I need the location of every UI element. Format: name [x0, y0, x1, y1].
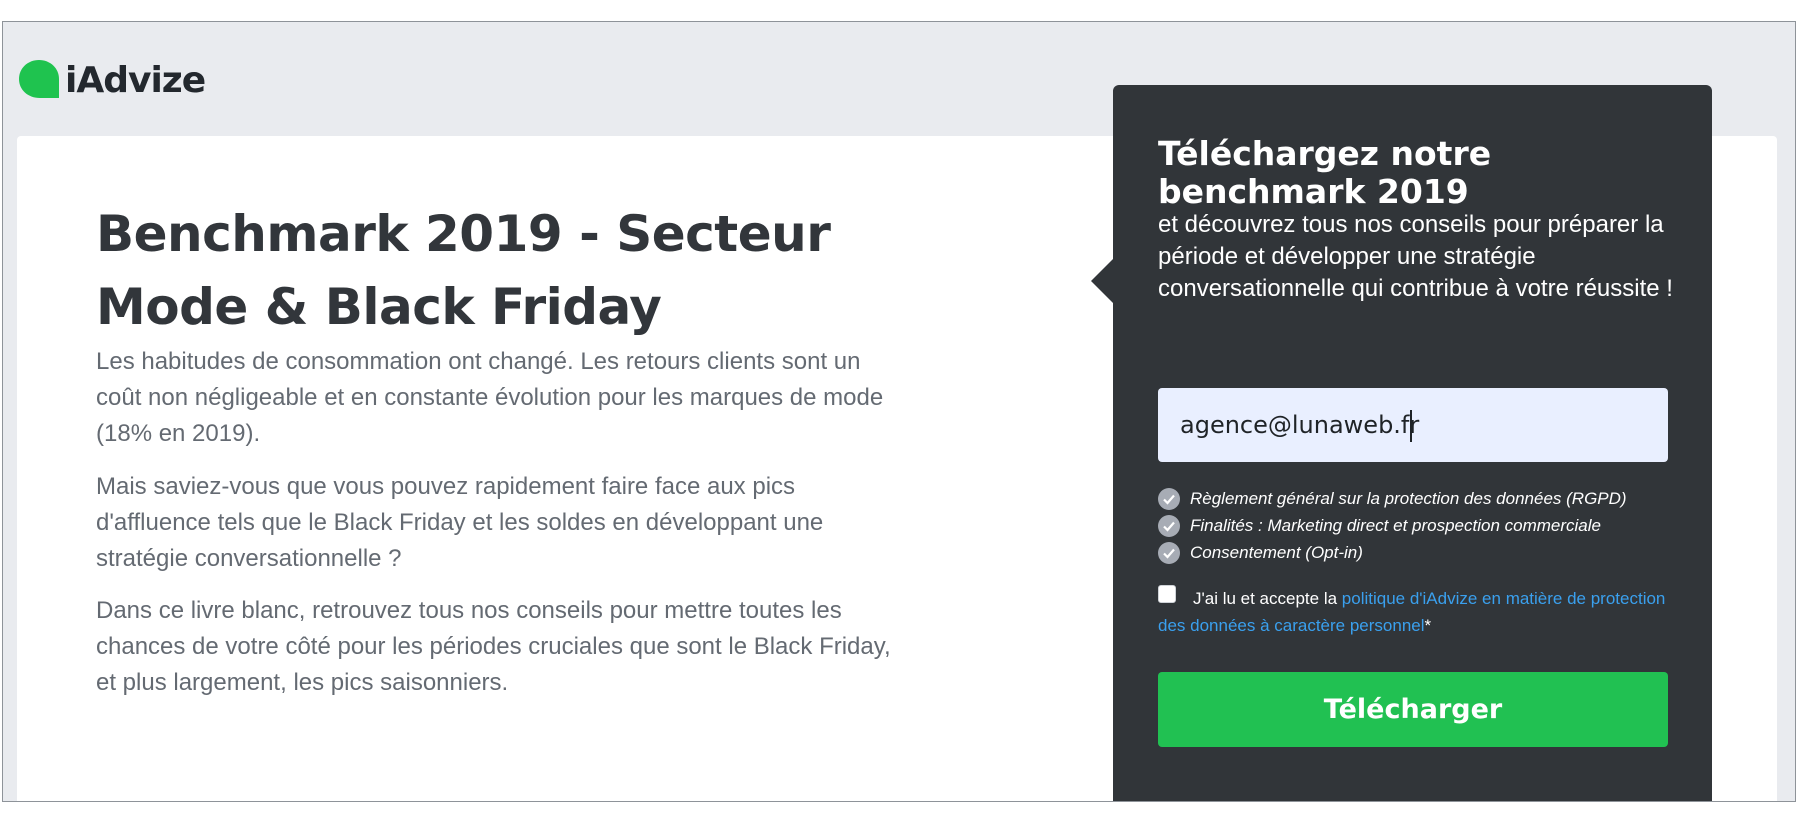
email-field[interactable]: [1158, 388, 1668, 462]
chat-bubble-icon: [17, 58, 61, 102]
accept-prefix: J'ai lu et accepte la: [1193, 589, 1342, 608]
strategy-paragraph: Mais saviez-vous que vous pouvez rapidem…: [96, 473, 824, 572]
consent-list: Règlement général sur la protection des …: [1158, 485, 1698, 566]
form-title: Téléchargez notre benchmark 2019: [1158, 134, 1492, 211]
iadvize-logo[interactable]: iAdvize: [17, 54, 206, 106]
privacy-accept-row: J'ai lu et accepte la politique d'iAdviz…: [1158, 585, 1678, 639]
panel-pointer: [1091, 259, 1113, 303]
form-subtitle: et découvrez tous nos conseils pour prép…: [1158, 211, 1673, 302]
privacy-accept-label: J'ai lu et accepte la politique d'iAdviz…: [1158, 585, 1678, 639]
checkmark-icon: [1158, 514, 1180, 537]
browser-viewport: iAdvize Benchmark 2019 - Secteur Mode & …: [2, 21, 1796, 802]
brand-name: iAdvize: [65, 59, 206, 101]
consent-item: Finalités : Marketing direct et prospect…: [1158, 512, 1698, 539]
consent-label: Consentement (Opt-in): [1190, 542, 1363, 562]
text-cursor: [1410, 410, 1412, 442]
consent-label: Finalités : Marketing direct et prospect…: [1190, 515, 1601, 535]
consent-label: Règlement général sur la protection des …: [1190, 488, 1627, 508]
download-form-panel: Téléchargez notre benchmark 2019 et déco…: [1091, 85, 1712, 801]
download-button[interactable]: Télécharger: [1158, 672, 1668, 747]
privacy-accept-checkbox[interactable]: [1158, 585, 1176, 603]
intro-paragraph: Les habitudes de consommation ont changé…: [96, 348, 884, 447]
checkmark-icon: [1158, 541, 1180, 564]
checkmark-icon: [1158, 487, 1180, 510]
consent-item: Consentement (Opt-in): [1158, 539, 1698, 566]
consent-item: Règlement général sur la protection des …: [1158, 485, 1698, 512]
page-title: Benchmark 2019 - Secteur Mode & Black Fr…: [96, 205, 831, 336]
whitepaper-paragraph: Dans ce livre blanc, retrouvez tous nos …: [96, 597, 891, 696]
required-asterisk: *: [1424, 616, 1432, 635]
